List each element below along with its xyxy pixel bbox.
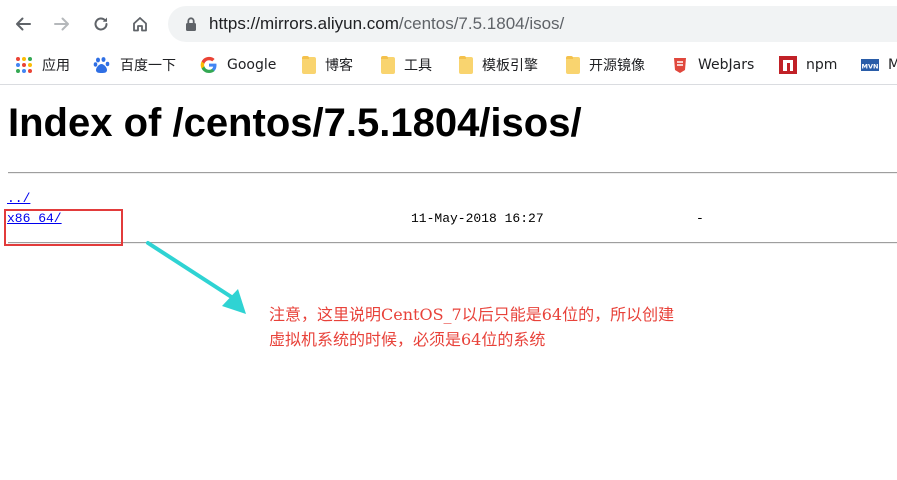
folder-icon <box>302 55 316 74</box>
bookmark-folder-tools[interactable]: 工具 <box>381 48 432 82</box>
annotation-note: 注意，这里说明CentOS_7以后只能是64位的，所以创建 虚拟机系统的时候，必… <box>269 302 789 352</box>
bookmark-label: 百度一下 <box>120 58 176 74</box>
bookmark-folder-blog[interactable]: 博客 <box>302 48 353 82</box>
mvn-icon: MVN <box>861 56 879 74</box>
url-path: /centos/7.5.1804/isos/ <box>398 14 565 33</box>
divider-top <box>8 172 897 174</box>
parent-directory-link[interactable]: ../ <box>7 191 30 206</box>
bookmark-label: WebJars <box>698 57 755 73</box>
bookmark-folder-templates[interactable]: 模板引擎 <box>459 48 538 82</box>
bookmark-label: 开源镜像 <box>589 58 645 74</box>
back-arrow-icon <box>16 17 31 31</box>
url-text[interactable]: https://mirrors.aliyun.com/centos/7.5.18… <box>209 6 564 42</box>
annotation-line-1: 注意，这里说明CentOS_7以后只能是64位的，所以创建 <box>269 305 675 324</box>
bookmark-label: Google <box>227 57 277 73</box>
reload-icon <box>94 17 108 31</box>
bookmark-baidu[interactable]: 百度一下 <box>93 48 176 82</box>
google-g-icon <box>200 56 218 74</box>
back-button[interactable] <box>8 9 38 39</box>
bookmark-label: npm <box>806 57 838 73</box>
parent-directory-row: ../ <box>7 191 30 206</box>
folder-icon <box>381 55 395 74</box>
npm-icon <box>779 56 797 74</box>
browser-toolbar: https://mirrors.aliyun.com/centos/7.5.18… <box>0 0 897 48</box>
address-bar[interactable]: https://mirrors.aliyun.com/centos/7.5.18… <box>168 6 897 42</box>
home-button[interactable] <box>125 9 155 39</box>
bookmark-label: 应用 <box>42 58 70 74</box>
apps-grid-icon <box>15 56 33 74</box>
reload-button[interactable] <box>86 9 116 39</box>
bookmark-label: M <box>888 57 897 73</box>
bookmark-webjars[interactable]: WebJars <box>671 48 754 82</box>
forward-button[interactable] <box>47 9 77 39</box>
bookmark-label: 模板引擎 <box>482 58 538 74</box>
webjars-icon <box>671 56 689 74</box>
bookmarks-bar: 应用 百度一下 Google 博客 工具 模板引擎 开源镜像 WebJars n… <box>0 48 897 85</box>
bookmark-npm[interactable]: npm <box>779 48 837 82</box>
forward-arrow-icon <box>54 17 69 31</box>
svg-text:MVN: MVN <box>862 63 879 71</box>
entry-date: 11-May-2018 16:27 <box>411 211 544 226</box>
bookmark-folder-mirrors[interactable]: 开源镜像 <box>566 48 645 82</box>
lock-icon[interactable] <box>184 16 198 32</box>
bookmark-label: 工具 <box>404 58 432 74</box>
url-host: https://mirrors.aliyun.com <box>209 14 399 33</box>
page-title: Index of /centos/7.5.1804/isos/ <box>8 101 582 145</box>
bookmark-google[interactable]: Google <box>200 48 276 82</box>
annotation-line-2: 虚拟机系统的时候，必须是64位的系统 <box>269 330 546 349</box>
folder-icon <box>566 55 580 74</box>
bookmark-apps[interactable]: 应用 <box>15 48 70 82</box>
home-icon <box>133 17 147 32</box>
bookmark-mvn[interactable]: MVN M <box>861 48 897 82</box>
annotation-arrow-icon <box>146 241 246 314</box>
folder-icon <box>459 55 473 74</box>
bookmark-label: 博客 <box>325 58 353 74</box>
baidu-paw-icon <box>93 56 111 74</box>
highlight-box <box>4 209 123 246</box>
entry-size: - <box>696 211 704 226</box>
